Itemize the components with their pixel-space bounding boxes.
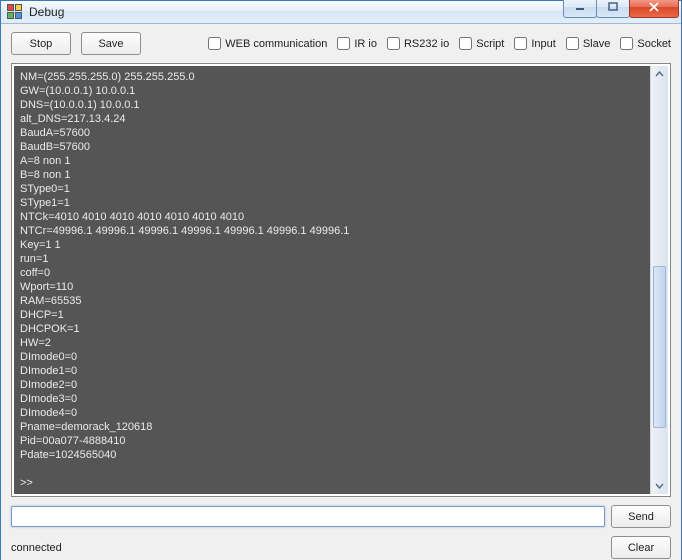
window-controls — [564, 1, 679, 23]
checkbox-slave-input[interactable] — [566, 37, 579, 50]
checkbox-slave[interactable]: Slave — [566, 37, 611, 50]
checkbox-web-input[interactable] — [208, 37, 221, 50]
scroll-down-arrow[interactable] — [651, 477, 668, 494]
checkbox-script-label: Script — [476, 38, 504, 50]
title-bar[interactable]: Debug — [1, 1, 681, 24]
save-button[interactable]: Save — [81, 32, 141, 55]
stop-button[interactable]: Stop — [11, 32, 71, 55]
checkbox-ir-input[interactable] — [337, 37, 350, 50]
terminal-output[interactable]: NM=(255.255.255.0) 255.255.255.0 GW=(10.… — [14, 66, 650, 494]
checkbox-ir-label: IR io — [354, 38, 377, 50]
checkbox-input-label: Input — [531, 38, 555, 50]
scroll-up-arrow[interactable] — [651, 66, 668, 83]
toolbar: Stop Save WEB communication IR io RS232 … — [11, 32, 671, 55]
maximize-button[interactable] — [596, 0, 630, 18]
close-icon — [648, 2, 660, 12]
checkbox-socket-label: Socket — [637, 38, 671, 50]
checkbox-socket-input[interactable] — [620, 37, 633, 50]
client-area: Stop Save WEB communication IR io RS232 … — [1, 24, 681, 560]
checkbox-rs232-label: RS232 io — [404, 38, 449, 50]
maximize-icon — [608, 2, 618, 12]
checkbox-input[interactable]: Input — [514, 37, 555, 50]
close-button[interactable] — [629, 0, 679, 18]
minimize-icon — [575, 2, 585, 12]
checkbox-script-input[interactable] — [459, 37, 472, 50]
checkbox-script[interactable]: Script — [459, 37, 504, 50]
send-button[interactable]: Send — [611, 505, 671, 528]
checkbox-web[interactable]: WEB communication — [208, 37, 327, 50]
checkbox-ir[interactable]: IR io — [337, 37, 377, 50]
window-title: Debug — [29, 5, 564, 19]
clear-button[interactable]: Clear — [611, 536, 671, 559]
app-icon — [7, 4, 23, 20]
checkbox-rs232[interactable]: RS232 io — [387, 37, 449, 50]
command-row: Send — [11, 505, 671, 528]
status-label: connected — [11, 542, 62, 554]
debug-window: Debug Stop Save WEB communication IR io … — [0, 0, 682, 560]
checkbox-socket[interactable]: Socket — [620, 37, 671, 50]
minimize-button[interactable] — [563, 0, 597, 18]
checkbox-slave-label: Slave — [583, 38, 611, 50]
command-input[interactable] — [11, 506, 605, 527]
chevron-down-icon — [655, 481, 664, 490]
vertical-scrollbar[interactable] — [650, 66, 668, 494]
checkbox-rs232-input[interactable] — [387, 37, 400, 50]
chevron-up-icon — [655, 70, 664, 79]
checkbox-input-input[interactable] — [514, 37, 527, 50]
bottom-row: connected Clear — [11, 536, 671, 559]
terminal-frame: NM=(255.255.255.0) 255.255.255.0 GW=(10.… — [11, 63, 671, 497]
checkbox-web-label: WEB communication — [225, 38, 327, 50]
filter-checkboxes: WEB communication IR io RS232 io Script … — [208, 37, 671, 50]
scroll-thumb[interactable] — [653, 266, 666, 428]
